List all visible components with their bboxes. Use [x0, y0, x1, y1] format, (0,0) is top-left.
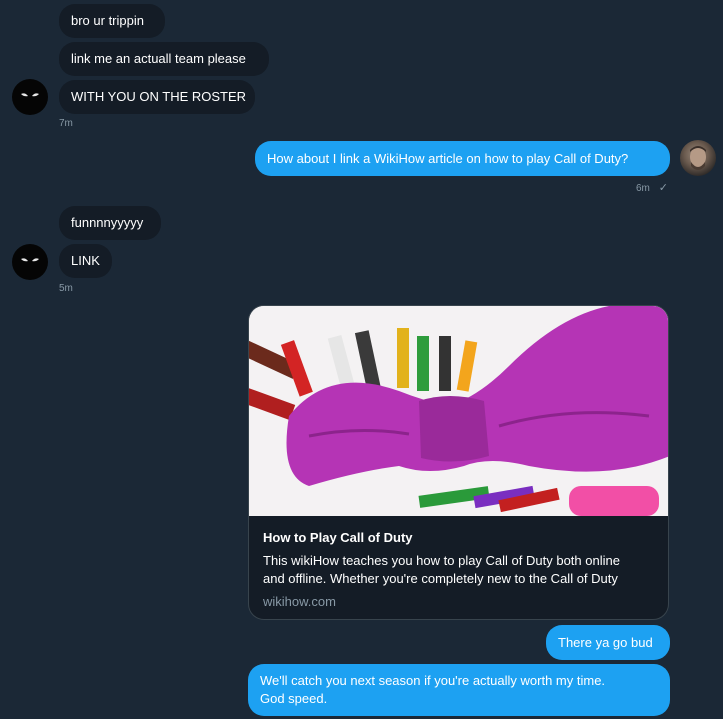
check-icon: ✓: [658, 182, 668, 194]
link-preview-image: [249, 306, 668, 516]
message-timestamp: 5m: [59, 283, 73, 294]
message-incoming: funnnnyyyyy: [59, 206, 161, 240]
message-line: We'll catch you next season if you're ac…: [260, 673, 606, 688]
message-outgoing: We'll catch you next season if you're ac…: [248, 664, 670, 716]
link-description-line: This wikiHow teaches you how to play Cal…: [263, 553, 620, 568]
message-incoming: WITH YOU ON THE ROSTER: [59, 80, 255, 114]
message-line: God speed.: [260, 691, 328, 706]
link-domain: wikihow.com: [263, 594, 336, 609]
link-description-line: and offline. Whether you're completely n…: [263, 571, 618, 586]
link-preview-card[interactable]: How to Play Call of Duty This wikiHow te…: [248, 305, 669, 620]
message-incoming: LINK: [59, 244, 112, 278]
message-timestamp: 6m ✓: [636, 181, 668, 194]
link-description: This wikiHow teaches you how to play Cal…: [263, 552, 658, 588]
link-title: How to Play Call of Duty: [263, 530, 413, 545]
message-outgoing: How about I link a WikiHow article on ho…: [255, 141, 670, 176]
sender-avatar[interactable]: [12, 79, 48, 115]
message-text: We'll catch you next season if you're ac…: [260, 672, 605, 708]
message-outgoing: There ya go bud: [546, 625, 670, 660]
link-preview-body: How to Play Call of Duty This wikiHow te…: [263, 530, 658, 609]
message-incoming: link me an actuall team please: [59, 42, 269, 76]
user-avatar[interactable]: [680, 140, 716, 176]
timestamp-text: 6m: [636, 183, 650, 194]
message-timestamp: 7m: [59, 118, 73, 129]
message-incoming: bro ur trippin: [59, 4, 165, 38]
sender-avatar[interactable]: [12, 244, 48, 280]
